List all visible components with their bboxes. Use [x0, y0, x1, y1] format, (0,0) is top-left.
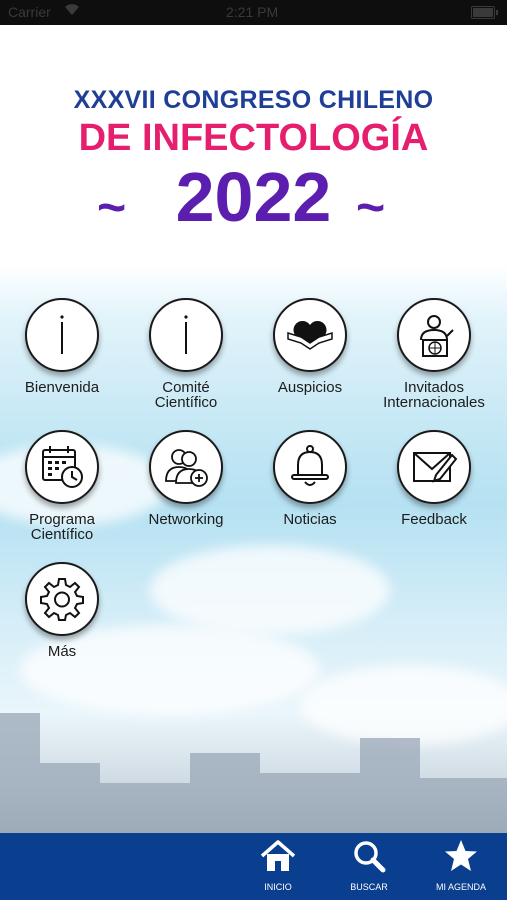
title-line-1: XXXVII CONGRESO CHILENO [73, 86, 434, 114]
wifi-icon [64, 2, 80, 19]
star-icon [445, 840, 477, 871]
calendar-clock-icon [25, 430, 99, 504]
search-icon [354, 841, 386, 873]
tab-mi-agenda[interactable]: MI AGENDA [426, 839, 496, 892]
bottom-tab-bar: INICIO BUSCAR MI AGENDA [0, 833, 507, 900]
tab-label: BUSCAR [350, 882, 388, 892]
clock-time: 2:21 PM [226, 4, 279, 20]
gear-icon [25, 562, 99, 636]
status-bar: Carrier 2:21 PM [0, 0, 507, 25]
tab-label: INICIO [264, 882, 292, 892]
menu-item-networking[interactable]: Networking [124, 430, 248, 527]
info-icon [25, 298, 99, 372]
menu-label: Más [47, 643, 77, 660]
menu-item-comite-cientifico[interactable]: Comité Científico [124, 298, 248, 410]
menu-label: Noticias [283, 511, 337, 528]
menu-label: Comité Científico [154, 379, 218, 411]
menu-label: Auspicios [277, 379, 343, 396]
envelope-pen-icon [397, 430, 471, 504]
tab-label: MI AGENDA [435, 882, 486, 892]
menu-item-feedback[interactable]: Feedback [372, 430, 496, 527]
tab-buscar[interactable]: BUSCAR [334, 839, 404, 892]
tilde-left-icon: ~ [97, 179, 127, 235]
menu-label: Bienvenida [24, 379, 100, 396]
year-text: 2022 [175, 158, 332, 236]
menu-item-mas[interactable]: Más [0, 562, 124, 659]
speaker-globe-icon [397, 298, 471, 372]
info-icon [149, 298, 223, 372]
menu-label: Invitados Internacionales [383, 379, 485, 411]
menu-item-noticias[interactable]: Noticias [248, 430, 372, 527]
menu-item-auspicios[interactable]: Auspicios [248, 298, 372, 395]
menu-label: Programa Científico [29, 511, 95, 543]
menu-label: Feedback [401, 511, 467, 528]
handshake-heart-icon [273, 298, 347, 372]
tab-inicio[interactable]: INICIO [243, 839, 313, 892]
people-add-icon [149, 430, 223, 504]
tilde-right-icon: ~ [356, 179, 386, 235]
menu-item-programa-cientifico[interactable]: Programa Científico [0, 430, 124, 542]
battery-icon [471, 6, 498, 19]
title-year: ~ 2022 ~ [0, 159, 507, 235]
event-title: XXXVII CONGRESO CHILENO DE INFECTOLOGÍA … [0, 85, 507, 235]
carrier-label: Carrier [8, 4, 51, 20]
home-icon [260, 840, 296, 871]
menu-label: Networking [148, 511, 224, 528]
bell-icon [273, 430, 347, 504]
menu-item-bienvenida[interactable]: Bienvenida [0, 298, 124, 395]
title-line-2: DE INFECTOLOGÍA [78, 117, 429, 159]
menu-item-invitados-internacionales[interactable]: Invitados Internacionales [372, 298, 496, 410]
